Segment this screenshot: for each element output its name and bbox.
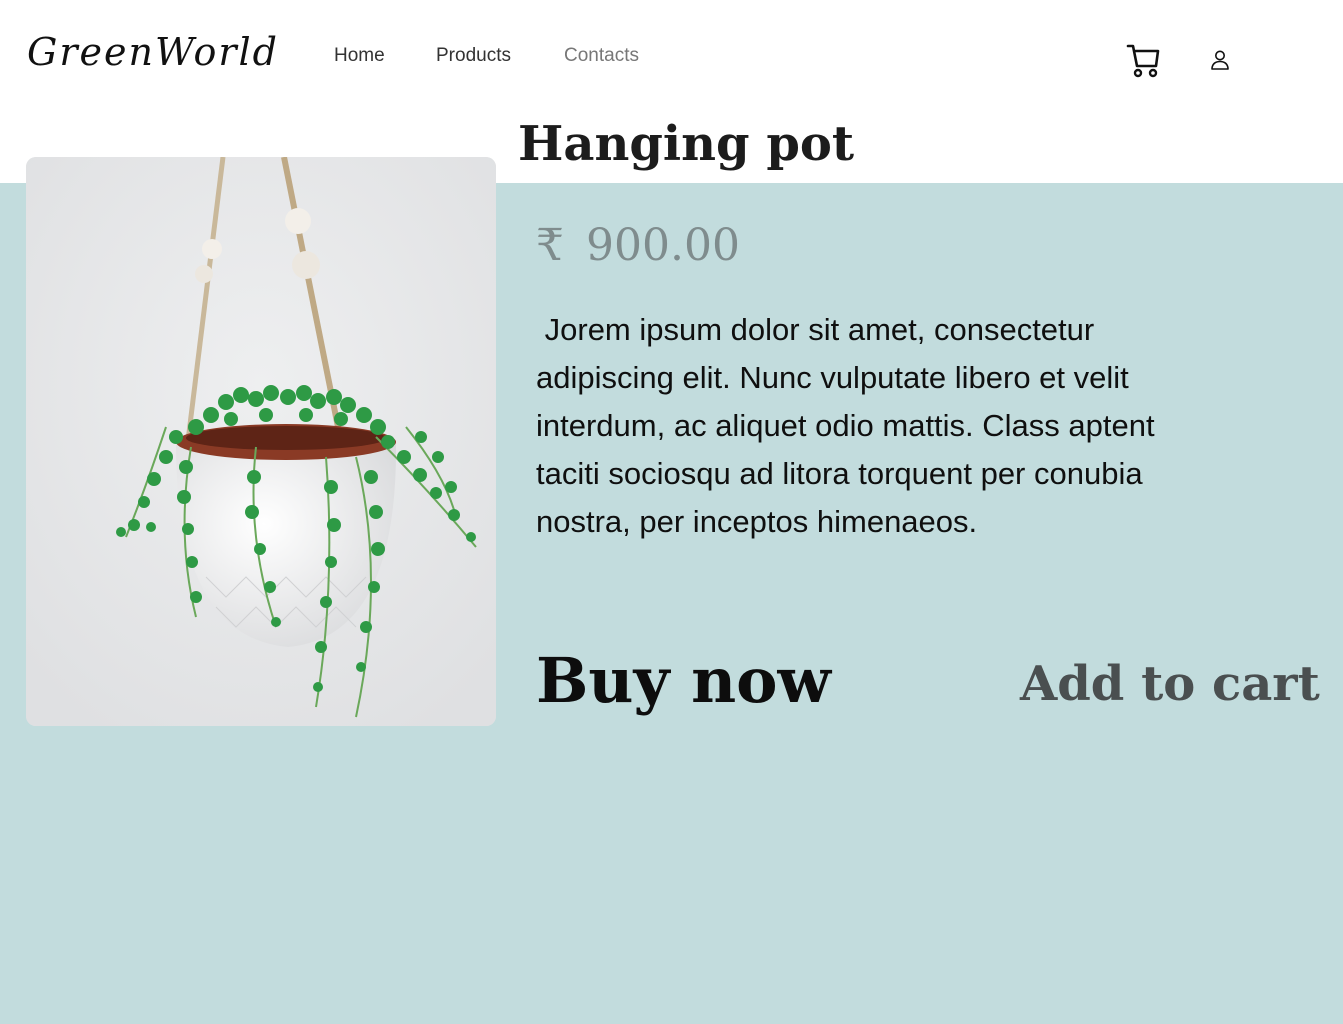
product-image <box>26 157 496 726</box>
nav-home-link[interactable]: Home <box>334 45 385 67</box>
nav-contacts-link[interactable]: Contacts <box>564 45 639 67</box>
price-value: 900.00 <box>586 220 740 271</box>
currency-symbol: ₹ <box>536 220 564 271</box>
buy-now-button[interactable]: Buy now <box>536 644 831 718</box>
product-title: Hanging pot <box>518 116 855 172</box>
add-to-cart-button[interactable]: Add to cart <box>1020 656 1320 714</box>
logo[interactable]: GreenWorld <box>27 30 279 74</box>
product-description: Jorem ipsum dolor sit amet, consectetur … <box>536 312 1164 539</box>
product-page: GreenWorld Home Products Contacts Hangin… <box>0 0 1343 1024</box>
user-icon[interactable] <box>1209 49 1231 71</box>
product-price: ₹900.00 <box>536 220 740 271</box>
cart-icon[interactable] <box>1126 42 1160 78</box>
nav-products-link[interactable]: Products <box>436 45 511 67</box>
